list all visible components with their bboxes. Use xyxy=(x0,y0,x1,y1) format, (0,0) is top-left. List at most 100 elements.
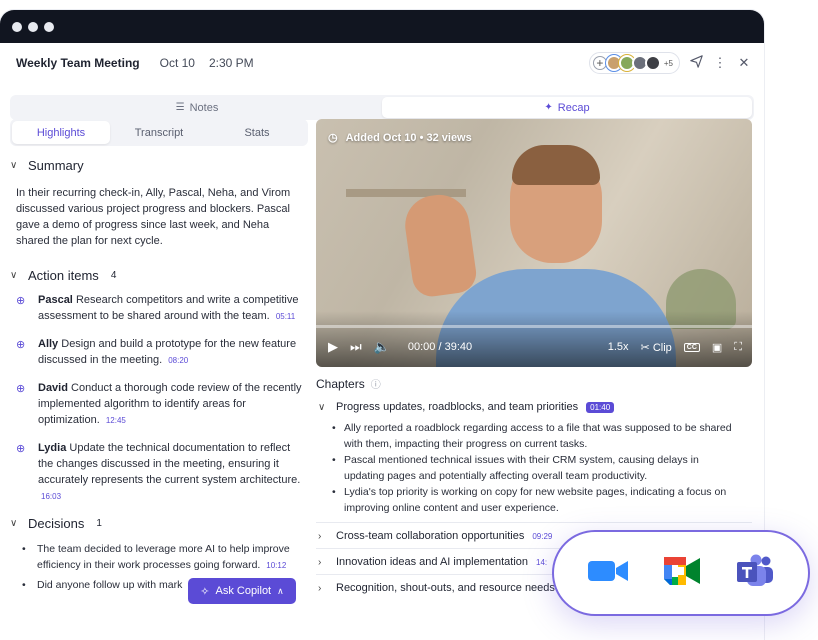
list-item: Ally reported a roadblock regarding acce… xyxy=(332,420,742,452)
integrations-badge xyxy=(552,530,810,616)
current-time: 00:00 xyxy=(407,341,436,353)
chapter-title: Recognition, shout-outs, and resource ne… xyxy=(336,582,555,594)
copilot-label: Ask Copilot xyxy=(215,585,272,597)
video-meta: ◷ Added Oct 10 • 32 views xyxy=(328,131,472,145)
section-heading: Chapters xyxy=(316,376,365,391)
chapter-timestamp[interactable]: 09:29 xyxy=(532,532,552,541)
list-item: ⊕ Ally Design and build a prototype for … xyxy=(10,336,308,369)
window-control-dot[interactable] xyxy=(12,21,22,32)
tab-notes[interactable]: ☰ Notes xyxy=(12,97,382,118)
list-item: ⊕ Lydia Update the technical documentati… xyxy=(10,440,308,505)
video-player[interactable]: ◷ Added Oct 10 • 32 views ▶ ⏭ 🔈 00:00 / … xyxy=(316,119,752,367)
decision-text: The team decided to leverage more AI to … xyxy=(37,543,290,571)
chevron-right-icon: › xyxy=(318,556,322,568)
zoom-icon xyxy=(587,558,629,589)
chevron-up-icon: ∧ xyxy=(277,585,284,596)
avatar xyxy=(644,55,661,71)
clip-button[interactable]: ✂ Clip xyxy=(641,341,672,354)
info-icon[interactable]: ⓘ xyxy=(371,376,381,391)
clock-icon: ◷ xyxy=(328,132,338,144)
chapters-heading: Chapters ⓘ xyxy=(316,376,752,392)
meeting-title: Weekly Team Meeting xyxy=(16,56,140,70)
timestamp-link[interactable]: 10:12 xyxy=(266,561,286,570)
ask-copilot-button[interactable]: ✧ Ask Copilot ∧ xyxy=(188,578,296,604)
divider xyxy=(316,522,752,523)
action-item-text: Ally Design and build a prototype for th… xyxy=(38,336,304,369)
add-task-icon[interactable]: ⊕ xyxy=(16,442,30,505)
video-person-waving-hand xyxy=(401,191,479,299)
window-control-dot[interactable] xyxy=(28,21,38,32)
recap-subtabs: Highlights Transcript Stats xyxy=(10,119,308,146)
video-controls: ▶ ⏭ 🔈 00:00 / 39:40 1.5x ✂ Clip CC ▣ ⛶ xyxy=(328,339,742,355)
skip-forward-icon[interactable]: ⏭ xyxy=(350,339,362,355)
participants-extra-count: +5 xyxy=(663,58,673,68)
tab-recap[interactable]: ✦ Recap xyxy=(382,97,752,118)
close-icon[interactable]: ✕ xyxy=(736,55,752,71)
notes-icon: ☰ xyxy=(175,102,185,113)
tab-highlights[interactable]: Highlights xyxy=(12,121,110,144)
action-item-text: Pascal Research competitors and write a … xyxy=(38,292,304,325)
section-heading: Decisions xyxy=(28,516,85,531)
assignee-name: Ally xyxy=(38,338,59,350)
captions-button[interactable]: CC xyxy=(683,342,700,352)
tab-label: Notes xyxy=(189,101,219,114)
chevron-down-icon: ∨ xyxy=(10,270,18,281)
chevron-down-icon: ∨ xyxy=(10,518,18,529)
chevron-right-icon: › xyxy=(318,582,322,594)
view-tabs: ☰ Notes ✦ Recap xyxy=(10,95,754,120)
decisions-count: 1 xyxy=(96,518,102,529)
volume-icon[interactable]: 🔈 xyxy=(374,339,390,355)
action-description: Conduct a thorough code review of the re… xyxy=(38,382,302,426)
list-item: ⊕ Pascal Research competitors and write … xyxy=(10,292,308,325)
action-item-text: David Conduct a thorough code review of … xyxy=(38,380,304,429)
copilot-icon: ✧ xyxy=(200,585,210,598)
action-item-text: Lydia Update the technical documentation… xyxy=(38,440,304,505)
decision-text: Did anyone follow up with mark xyxy=(37,579,183,591)
chapter-toggle[interactable]: ∨ Progress updates, roadblocks, and team… xyxy=(316,401,752,413)
timestamp-link[interactable]: 05:11 xyxy=(276,312,295,321)
scissors-icon: ✂ xyxy=(640,341,650,354)
action-description: Research competitors and write a competi… xyxy=(38,294,299,322)
timestamp-link[interactable]: 16:03 xyxy=(41,492,61,501)
add-task-icon[interactable]: ⊕ xyxy=(16,338,30,369)
chapter-timestamp[interactable]: 14: xyxy=(536,558,547,567)
action-description: Update the technical documentation to re… xyxy=(38,442,301,486)
add-participant-icon[interactable]: + xyxy=(592,56,607,70)
list-item: ⊕ David Conduct a thorough code review o… xyxy=(10,380,308,429)
chevron-down-icon: ∨ xyxy=(318,401,326,413)
add-task-icon[interactable]: ⊕ xyxy=(16,382,30,429)
tab-stats[interactable]: Stats xyxy=(208,121,306,144)
more-options-icon[interactable]: ⋮ xyxy=(712,55,728,71)
meeting-header: Weekly Team Meeting Oct 10 2:30 PM + +5 … xyxy=(0,43,764,83)
video-person-hair xyxy=(512,145,600,185)
tab-label: Recap xyxy=(557,101,590,114)
timestamp-link[interactable]: 12:45 xyxy=(106,416,126,425)
picture-in-picture-icon[interactable]: ▣ xyxy=(712,341,722,354)
summary-text: In their recurring check-in, Ally, Pasca… xyxy=(16,187,291,247)
time-separator: / xyxy=(438,341,442,353)
chapter-title: Progress updates, roadblocks, and team p… xyxy=(336,401,579,413)
window-titlebar xyxy=(0,10,764,43)
decisions-section-toggle[interactable]: ∨ Decisions 1 xyxy=(10,516,308,531)
tab-transcript[interactable]: Transcript xyxy=(110,121,208,144)
action-items-section-toggle[interactable]: ∨ Action items 4 xyxy=(10,268,308,283)
summary-section-toggle[interactable]: ∨ Summary xyxy=(10,158,308,173)
assignee-name: Pascal xyxy=(38,294,73,306)
action-items-count: 4 xyxy=(110,270,117,281)
fullscreen-icon[interactable]: ⛶ xyxy=(734,341,742,354)
meeting-date: Oct 10 xyxy=(159,56,195,70)
section-heading: Summary xyxy=(28,158,84,173)
chapter-timestamp[interactable]: 01:40 xyxy=(586,401,615,413)
add-task-icon[interactable]: ⊕ xyxy=(16,294,30,325)
video-progress-bar[interactable] xyxy=(316,325,752,328)
share-send-icon[interactable] xyxy=(688,55,704,71)
participants-group[interactable]: + +5 xyxy=(588,52,680,74)
list-item: The team decided to leverage more AI to … xyxy=(22,541,308,574)
list-item: Pascal mentioned technical issues with t… xyxy=(332,452,742,484)
timestamp-link[interactable]: 08:20 xyxy=(168,356,188,365)
video-controls-right: 1.5x ✂ Clip CC ▣ ⛶ xyxy=(608,341,742,354)
playback-speed-button[interactable]: 1.5x xyxy=(608,341,629,353)
window-control-dot[interactable] xyxy=(44,21,54,32)
play-icon[interactable]: ▶ xyxy=(328,339,338,355)
chapter-bullets: Ally reported a roadblock regarding acce… xyxy=(316,420,752,516)
